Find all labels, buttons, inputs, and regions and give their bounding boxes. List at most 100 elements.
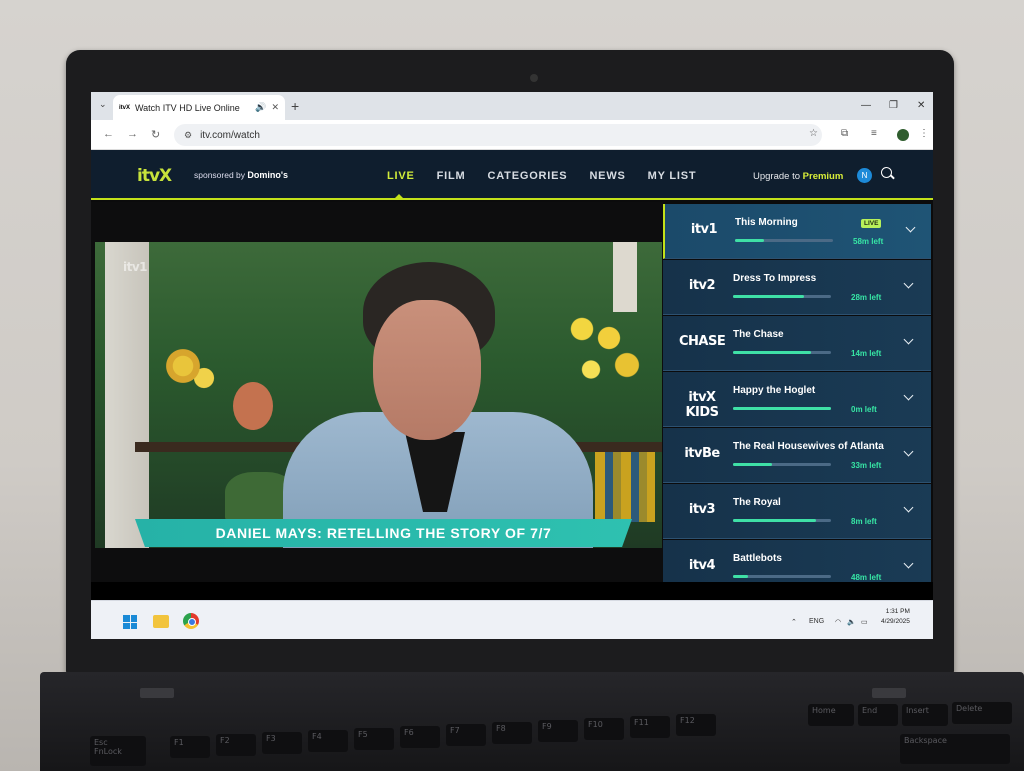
audio-playing-icon[interactable]: 🔊 bbox=[255, 102, 266, 113]
progress-fill bbox=[733, 519, 817, 522]
progress-fill bbox=[733, 351, 812, 354]
insert-key[interactable]: Insert bbox=[902, 704, 948, 726]
end-key[interactable]: End bbox=[858, 704, 898, 726]
lower-third-caption: DANIEL MAYS: RETELLING THE STORY OF 7/7 bbox=[135, 519, 632, 547]
function-key[interactable]: F4 bbox=[308, 730, 348, 752]
extensions-icon[interactable]: ⧉ bbox=[841, 128, 848, 139]
channel-logo: itv3 bbox=[688, 502, 716, 517]
nav-live[interactable]: LIVE bbox=[387, 170, 415, 182]
battery-icon[interactable]: ▭ bbox=[861, 618, 868, 626]
clock-time: 1:31 PM bbox=[885, 608, 910, 615]
chevron-down-icon[interactable] bbox=[905, 222, 916, 233]
user-avatar[interactable]: N bbox=[857, 168, 872, 183]
webcam-icon bbox=[530, 74, 538, 82]
itvx-header: itvX sponsored by Domino's LIVE FILM CAT… bbox=[91, 150, 933, 200]
nav-my-list[interactable]: MY LIST bbox=[648, 170, 697, 182]
restore-icon[interactable]: ❐ bbox=[889, 100, 898, 111]
browser-tab-bar: ⌄ itvX Watch ITV HD Live Online 🔊 ✕ + — … bbox=[91, 92, 933, 120]
volume-icon[interactable]: 🔈 bbox=[847, 618, 856, 626]
nav-categories[interactable]: CATEGORIES bbox=[488, 170, 568, 182]
video-frame[interactable]: itv1 DANIEL MAYS: RETELLING THE STORY OF… bbox=[95, 242, 662, 548]
channel-logo: CHASE bbox=[679, 334, 726, 349]
close-tab-icon[interactable]: ✕ bbox=[271, 102, 279, 113]
function-key[interactable]: F11 bbox=[630, 716, 670, 738]
books-decor bbox=[595, 452, 655, 522]
studio-window-frame bbox=[105, 242, 149, 548]
progress-fill bbox=[733, 295, 804, 298]
file-explorer-icon[interactable] bbox=[153, 615, 169, 628]
function-key[interactable]: F3 bbox=[262, 732, 302, 754]
function-key[interactable]: F6 bbox=[400, 726, 440, 748]
progress-track bbox=[733, 351, 831, 354]
channel-row[interactable]: itv4 Battlebots 48m left bbox=[663, 540, 931, 582]
nav-film[interactable]: FILM bbox=[437, 170, 466, 182]
channel-logo: itvX KIDS bbox=[685, 390, 719, 420]
reload-icon[interactable]: ↻ bbox=[151, 128, 160, 141]
backspace-key[interactable]: Backspace bbox=[900, 734, 1010, 764]
home-key[interactable]: Home bbox=[808, 704, 854, 726]
search-icon[interactable] bbox=[881, 167, 892, 178]
windows-start-icon[interactable] bbox=[123, 615, 137, 629]
browser-tab[interactable]: itvX Watch ITV HD Live Online 🔊 ✕ bbox=[113, 95, 285, 120]
sponsor-text: sponsored by Domino's bbox=[194, 170, 289, 180]
channel-list: itv1 This Morning LIVE 58m left itv2 Dress To… bbox=[663, 202, 933, 582]
esc-key[interactable]: Esc FnLock bbox=[90, 736, 146, 766]
function-key[interactable]: F5 bbox=[354, 728, 394, 750]
progress-track bbox=[733, 407, 831, 410]
itvx-logo[interactable]: itvX bbox=[137, 166, 172, 186]
function-key[interactable]: F9 bbox=[538, 720, 578, 742]
channel-row[interactable]: itv1 This Morning LIVE 58m left bbox=[663, 204, 931, 259]
new-tab-icon[interactable]: + bbox=[291, 98, 299, 114]
nav-news[interactable]: NEWS bbox=[589, 170, 625, 182]
menu-dots-icon[interactable]: ⋮ bbox=[919, 128, 929, 139]
chevron-down-icon[interactable] bbox=[903, 502, 914, 513]
channel-row[interactable]: itvBe The Real Housewives of Atlanta 33m l… bbox=[663, 428, 931, 483]
progress-track bbox=[733, 519, 831, 522]
back-icon[interactable]: ← bbox=[103, 128, 114, 140]
chevron-down-icon[interactable] bbox=[903, 446, 914, 457]
channel-row[interactable]: itvX KIDS Happy the Hoglet 0m left bbox=[663, 372, 931, 427]
tab-search-icon[interactable]: ⌄ bbox=[99, 99, 107, 110]
minimize-icon[interactable]: — bbox=[861, 100, 871, 111]
chevron-down-icon[interactable] bbox=[903, 390, 914, 401]
wifi-icon[interactable]: ◠ bbox=[835, 618, 841, 626]
chrome-icon[interactable] bbox=[183, 613, 199, 629]
taskbar-clock[interactable]: 1:31 PM 4/29/2025 bbox=[881, 607, 910, 627]
function-key[interactable]: F12 bbox=[676, 714, 716, 736]
function-key[interactable]: F10 bbox=[584, 718, 624, 740]
url-bar[interactable]: ⚙ itv.com/watch bbox=[174, 124, 822, 146]
programme-title: Dress To Impress bbox=[733, 273, 817, 284]
hinge-foot bbox=[140, 688, 174, 698]
itvx-favicon: itvX bbox=[119, 104, 131, 111]
hinge-foot bbox=[872, 688, 906, 698]
address-toolbar: ← → ↻ ⚙ itv.com/watch ☆ ⧉ ≡ ⋮ bbox=[91, 120, 933, 150]
tray-overflow-icon[interactable]: ⌃ bbox=[791, 618, 797, 626]
function-key[interactable]: F7 bbox=[446, 724, 486, 746]
channel-row[interactable]: itv3 The Royal 8m left bbox=[663, 484, 931, 539]
chevron-down-icon[interactable] bbox=[903, 558, 914, 569]
upgrade-premium-link[interactable]: Upgrade to Premium bbox=[753, 171, 843, 182]
time-left: 0m left bbox=[851, 405, 877, 414]
programme-title: The Chase bbox=[733, 329, 784, 340]
keyboard: Esc FnLock F1 F2 F3 F4 F5 F6 F7 F8 F9 F10 F11 F12 Ho… bbox=[60, 700, 1020, 771]
tab-title: Watch ITV HD Live Online bbox=[135, 102, 240, 113]
chevron-down-icon[interactable] bbox=[903, 334, 914, 345]
progress-fill bbox=[733, 463, 773, 466]
profile-avatar[interactable] bbox=[897, 129, 909, 141]
function-key[interactable]: F2 bbox=[216, 734, 256, 756]
progress-fill bbox=[735, 239, 765, 242]
delete-key[interactable]: Delete bbox=[952, 702, 1012, 724]
video-player[interactable]: itv1 DANIEL MAYS: RETELLING THE STORY OF… bbox=[91, 202, 663, 582]
bookmark-star-icon[interactable]: ☆ bbox=[809, 128, 818, 139]
channel-row[interactable]: itv2 Dress To Impress 28m left bbox=[663, 260, 931, 315]
site-settings-icon[interactable]: ⚙ bbox=[184, 130, 192, 141]
channel-logo: itvBe bbox=[684, 446, 720, 461]
forward-icon[interactable]: → bbox=[127, 128, 138, 140]
function-key[interactable]: F8 bbox=[492, 722, 532, 744]
function-key[interactable]: F1 bbox=[170, 736, 210, 758]
chevron-down-icon[interactable] bbox=[903, 278, 914, 289]
reading-list-icon[interactable]: ≡ bbox=[871, 128, 877, 139]
channel-row[interactable]: CHASE The Chase 14m left bbox=[663, 316, 931, 371]
close-window-icon[interactable]: ✕ bbox=[917, 100, 925, 111]
language-indicator[interactable]: ENG bbox=[809, 618, 824, 625]
